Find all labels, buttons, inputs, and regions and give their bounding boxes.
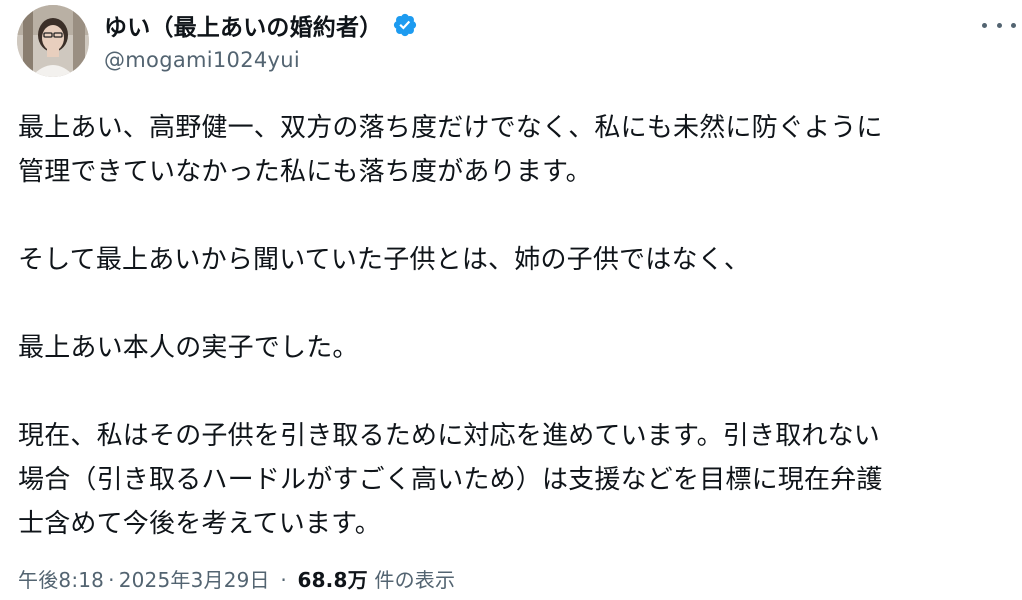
post-line: 最上あい、高野健一、双方の落ち度だけでなく、私にも未然に防ぐように (18, 113, 883, 143)
display-name[interactable]: ゆい（最上あいの婚約者） (104, 8, 382, 42)
post-text: 最上あい、高野健一、双方の落ち度だけでなく、私にも未然に防ぐように 管理できてい… (18, 106, 1014, 546)
post-time: 午後8:18 (18, 568, 105, 592)
meta-separator: · (280, 568, 287, 592)
post-line: 最上あい本人の実子でした。 (18, 333, 359, 363)
post-header: ゆい（最上あいの婚約者） @mogami1024yui (0, 0, 1022, 90)
verified-badge-icon[interactable] (392, 12, 418, 38)
user-handle[interactable]: @mogami1024yui (104, 48, 418, 72)
more-dot (982, 22, 987, 28)
post-date: 2025年3月29日 (118, 568, 270, 592)
more-horizontal-icon[interactable] (982, 18, 1016, 32)
post-timestamp[interactable]: 午後8:18 · 2025年3月29日 (18, 568, 270, 592)
views-count[interactable]: 68.8万 (297, 568, 367, 592)
avatar-image (17, 5, 89, 77)
display-name-row: ゆい（最上あいの婚約者） (104, 6, 418, 44)
more-dot (996, 22, 1002, 28)
post-line: 現在、私はその子供を引き取るために対応を進めています。引き取れない (18, 421, 881, 451)
post-line: 管理できていなかった私にも落ち度があります。 (18, 157, 592, 187)
post-line: 場合（引き取るハードルがすごく高いため）は支援などを目標に現在弁護 (18, 465, 883, 495)
more-dot (1011, 22, 1016, 28)
views-label: 件の表示 (374, 568, 456, 592)
author-block: ゆい（最上あいの婚約者） @mogami1024yui (104, 6, 418, 72)
post-line: そして最上あいから聞いていた子供とは、姉の子供ではなく、 (18, 245, 751, 275)
post-line: 士含めて今後を考えています。 (18, 509, 381, 539)
post-meta: 午後8:18 · 2025年3月29日 · 68.8万 件の表示 (18, 564, 455, 593)
meta-separator: · (108, 568, 115, 592)
avatar[interactable] (17, 5, 89, 77)
